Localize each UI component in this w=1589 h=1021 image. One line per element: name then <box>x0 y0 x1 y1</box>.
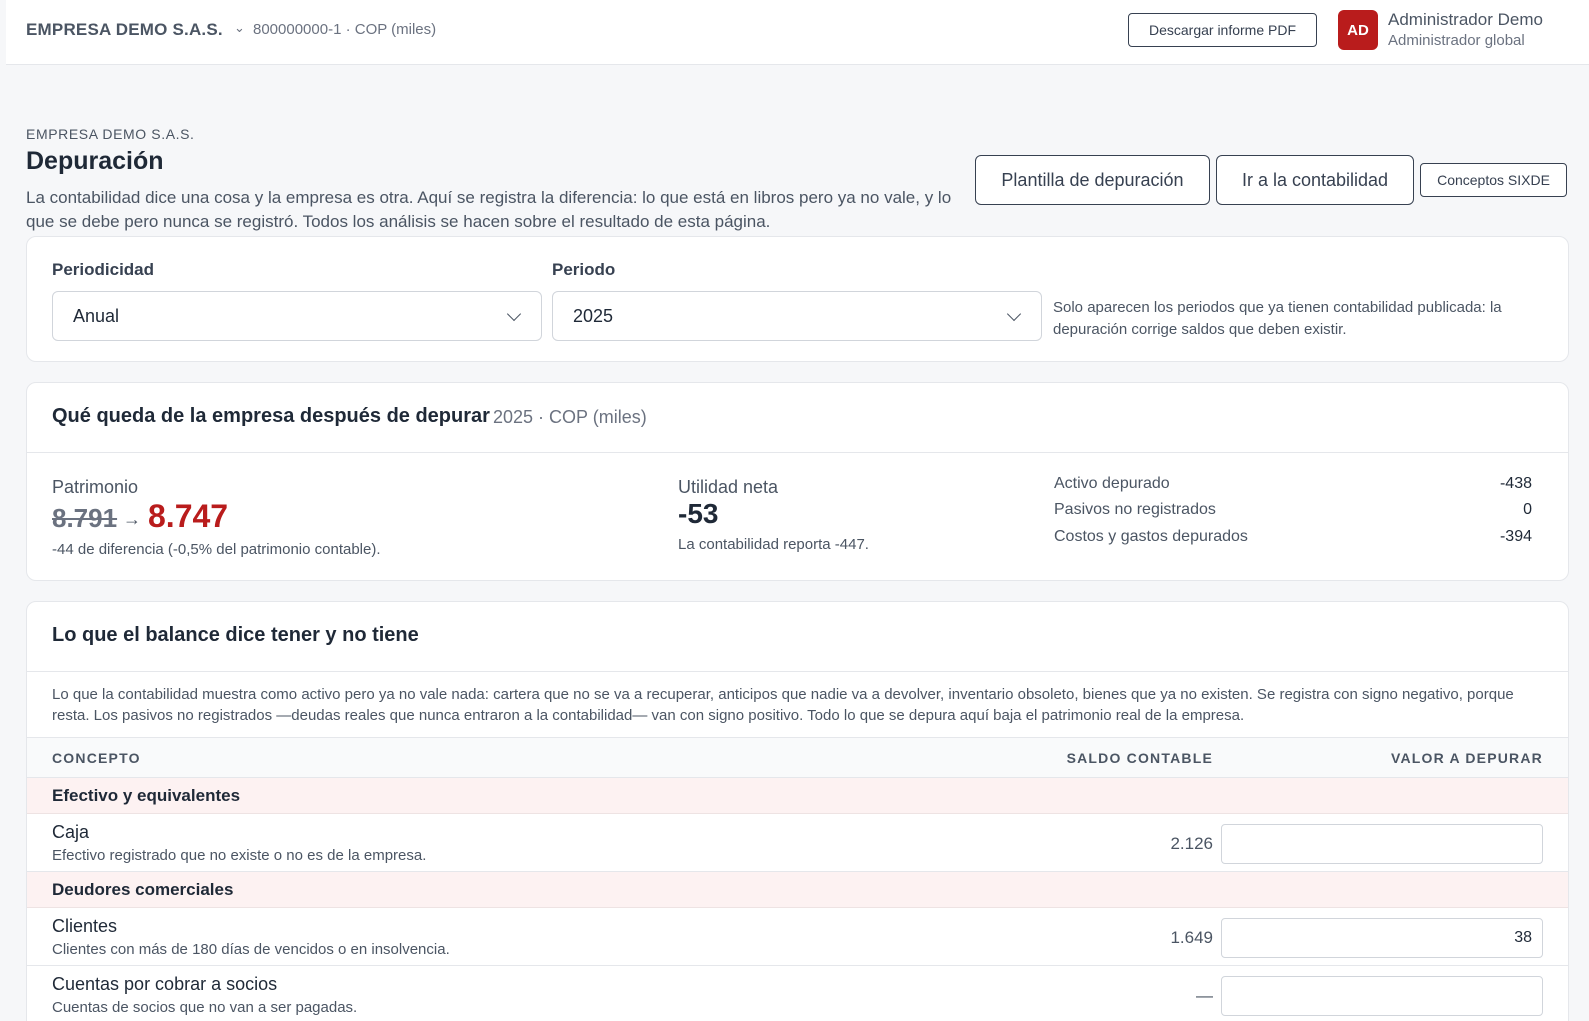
arrow-right-icon: → <box>123 509 141 529</box>
group-name: Deudores comerciales <box>52 880 234 899</box>
group-row: Efectivo y equivalentes <box>27 778 1568 814</box>
equity-new-value: 8.747 <box>148 498 229 534</box>
concept-description: Cuentas de socios que no van a ser pagad… <box>52 999 358 1016</box>
periodicity-select[interactable]: Anual <box>52 291 542 341</box>
adjust-value-input[interactable] <box>1221 976 1543 1016</box>
user-role: Administrador global <box>1388 32 1525 49</box>
summary-item: Costos y gastos depurados -394 <box>1054 528 1532 546</box>
summary-header: Qué queda de la empresa después de depur… <box>27 383 1568 453</box>
net-income-label: Utilidad neta <box>678 477 779 497</box>
summary-item: Activo depurado -438 <box>1054 475 1532 493</box>
balance-header: Lo que el balance dice tener y no tiene <box>27 602 1568 672</box>
summary-item-value: 0 <box>1523 501 1532 518</box>
summary-title: Qué queda de la empresa después de depur… <box>52 405 490 427</box>
group-row: Deudores comerciales <box>27 872 1568 908</box>
balance-title: Lo que el balance dice tener y no tiene <box>52 624 419 646</box>
top-bar: EMPRESA DEMO S.A.S. ⌄ 800000000-1 · COP … <box>6 0 1589 65</box>
balance-card: Lo que el balance dice tener y no tiene … <box>26 601 1569 1021</box>
periodicity-label: Periodicidad <box>52 260 155 279</box>
net-income-value: -53 <box>678 498 719 529</box>
column-concept: CONCEPTO <box>52 750 141 766</box>
sixde-concepts-button[interactable]: Conceptos SIXDE <box>1420 163 1567 197</box>
column-book-balance: SALDO CONTABLE <box>1066 750 1213 766</box>
book-balance: — <box>1196 986 1213 1005</box>
book-balance: 2.126 <box>1170 834 1213 853</box>
user-name: Administrador Demo <box>1388 10 1543 29</box>
go-to-accounting-button[interactable]: Ir a la contabilidad <box>1216 155 1414 205</box>
summary-item-label: Activo depurado <box>1054 475 1170 492</box>
concept-description: Clientes con más de 180 días de vencidos… <box>52 941 450 958</box>
concept-name: Clientes <box>52 916 118 936</box>
summary-subtitle: 2025 · COP (miles) <box>493 407 647 427</box>
chevron-down-icon <box>1006 306 1022 322</box>
column-adjust-value: VALOR A DEPURAR <box>1390 750 1543 766</box>
filters-card: Periodicidad Anual Periodo 2025 Solo apa… <box>26 236 1569 362</box>
table-header: CONCEPTO SALDO CONTABLE VALOR A DEPURAR <box>27 737 1568 778</box>
table-row: Cuentas por cobrar a socios Cuentas de s… <box>27 966 1568 1021</box>
summary-card: Qué queda de la empresa después de depur… <box>26 382 1569 581</box>
concept-name: Caja <box>52 822 90 842</box>
summary-item: Pasivos no registrados 0 <box>1054 501 1532 519</box>
chevron-down-icon <box>506 306 522 322</box>
summary-item-value: -438 <box>1499 475 1532 492</box>
adjust-value-input[interactable] <box>1221 824 1543 864</box>
equity-old-value: 8.791 <box>52 503 118 533</box>
period-note: Solo aparecen los periodos que ya tienen… <box>1053 299 1502 338</box>
company-meta: 800000000-1 · COP (miles) <box>253 21 437 38</box>
page-title: Depuración <box>26 147 164 175</box>
periodicity-value: Anual <box>73 305 120 326</box>
template-button[interactable]: Plantilla de depuración <box>975 155 1210 205</box>
table-row: Caja Efectivo registrado que no existe o… <box>27 814 1568 872</box>
net-income-note: La contabilidad reporta -447. <box>678 536 869 553</box>
download-pdf-button[interactable]: Descargar informe PDF <box>1128 13 1317 47</box>
equity-label: Patrimonio <box>52 477 139 497</box>
summary-item-value: -394 <box>1499 528 1532 545</box>
equity-note: -44 de diferencia (-0,5% del patrimonio … <box>52 541 381 558</box>
chevron-down-icon[interactable]: ⌄ <box>234 20 245 36</box>
book-balance: 1.649 <box>1170 928 1213 947</box>
concept-name: Cuentas por cobrar a socios <box>52 974 278 994</box>
period-select[interactable]: 2025 <box>552 291 1042 341</box>
summary-item-label: Pasivos no registrados <box>1054 501 1216 518</box>
table-row: Clientes Clientes con más de 180 días de… <box>27 908 1568 966</box>
avatar[interactable]: AD <box>1338 10 1378 50</box>
adjust-value-input[interactable] <box>1221 918 1543 958</box>
page-description: La contabilidad dice una cosa y la empre… <box>26 188 952 231</box>
concept-description: Efectivo registrado que no existe o no e… <box>52 847 427 864</box>
company-selector[interactable]: EMPRESA DEMO S.A.S. <box>26 20 223 40</box>
period-label: Periodo <box>552 260 616 279</box>
group-name: Efectivo y equivalentes <box>52 786 241 805</box>
page-eyebrow: EMPRESA DEMO S.A.S. <box>26 126 195 142</box>
summary-item-label: Costos y gastos depurados <box>1054 528 1248 545</box>
balance-description: Lo que la contabilidad muestra como acti… <box>52 686 1514 724</box>
period-value: 2025 <box>573 305 614 326</box>
